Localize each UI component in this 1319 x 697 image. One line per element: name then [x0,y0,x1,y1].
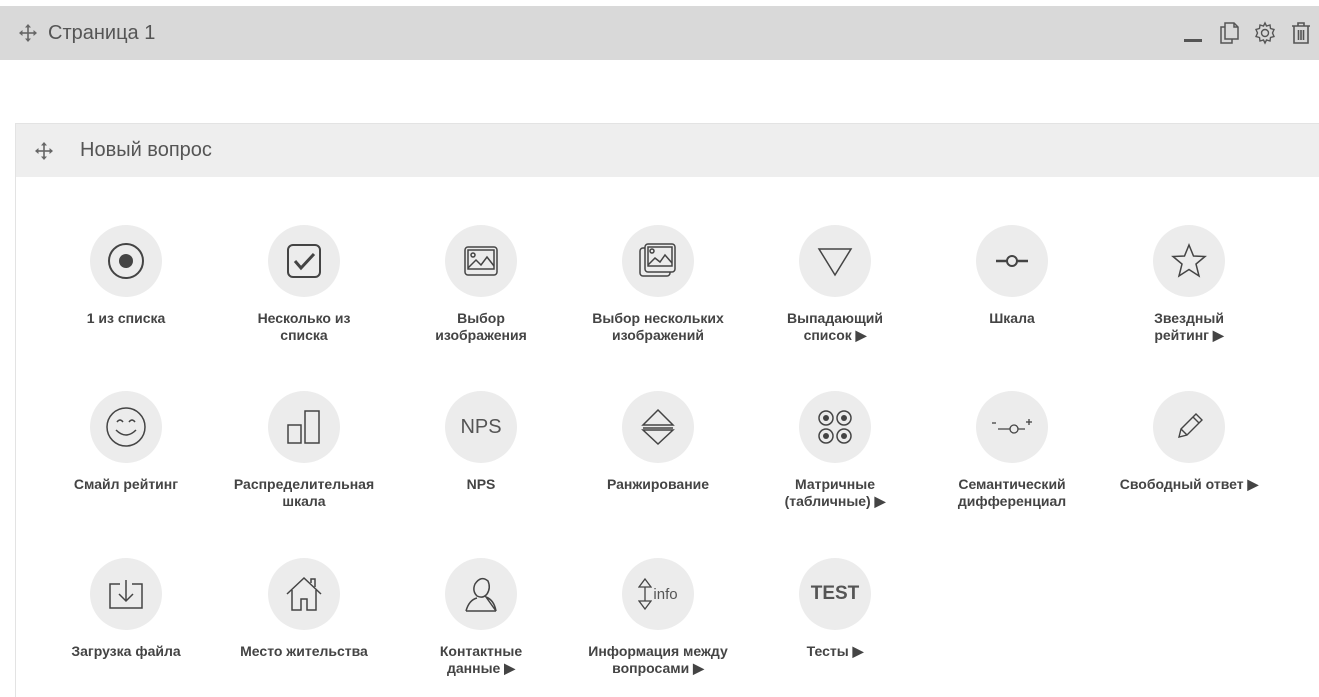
image-icon [464,246,498,276]
matrix-icon [818,410,852,444]
circle-bg: NPS [445,391,517,463]
circle-bg [445,558,517,630]
question-type-label: Контактные данные ▶ [439,643,523,676]
circle-bg: TEST [799,558,871,630]
circle-bg [976,225,1048,297]
checkbox-icon [287,244,321,278]
gear-icon[interactable] [1247,15,1283,51]
info-icon: info [638,577,678,611]
bars-icon [287,410,320,444]
question-type-label: Выбор нескольких изображений [592,310,724,343]
upload-icon [109,580,143,609]
question-type-file-upload[interactable]: Загрузка файла [41,558,211,660]
question-type-single-choice[interactable]: 1 из списка [41,225,211,327]
question-type-nps[interactable]: NPS NPS [396,391,566,493]
images-icon [639,243,676,277]
circle-bg [799,391,871,463]
trash-icon[interactable] [1283,15,1319,51]
question-type-label: Смайл рейтинг [73,476,179,492]
minimize-icon[interactable] [1175,15,1211,51]
dropdown-triangle-icon [817,248,853,277]
circle-bg [976,391,1048,463]
question-type-label: Ранжирование [606,476,710,492]
slider-icon [996,255,1028,267]
question-header: Новый вопрос [16,124,1319,177]
page-title: Страница 1 [48,21,156,44]
house-icon [286,576,322,611]
question-type-star-rating[interactable]: Звездный рейтинг ▶ [1104,225,1274,344]
question-type-label: Несколько из списка [257,310,351,343]
circle-bg [1153,391,1225,463]
circle-bg [268,558,340,630]
nps-icon: NPS [460,415,502,438]
question-type-free-answer[interactable]: Свободный ответ ▶ [1104,391,1274,493]
circle-bg [445,225,517,297]
question-type-label: Распределительная шкала [233,476,375,509]
person-icon [465,577,497,612]
pencil-icon [1178,413,1203,438]
circle-bg [622,225,694,297]
question-type-multi-image-choice[interactable]: Выбор нескольких изображений [573,225,743,344]
ranking-icon [641,408,675,446]
question-type-label: Шкала [989,310,1035,326]
question-type-distribution-scale[interactable]: Распределительная шкала [219,391,389,510]
circle-bg [622,391,694,463]
radio-icon [108,243,144,279]
question-type-label: 1 из списка [86,310,166,326]
question-panel: Новый вопрос 1 из списка Несколько из сп… [15,123,1319,697]
question-type-label: Семантический дифференциал [957,476,1067,509]
question-type-label: Информация между вопросами ▶ [588,643,728,676]
question-type-residence[interactable]: Место жительства [219,558,389,660]
question-type-label: Свободный ответ ▶ [1119,476,1259,492]
circle-bg: info [622,558,694,630]
circle-bg [90,391,162,463]
circle-bg [268,225,340,297]
question-type-label: Звездный рейтинг ▶ [1154,310,1224,343]
question-type-label: Место жительства [240,643,368,659]
info-text: info [653,585,678,603]
smile-icon [106,407,146,447]
question-type-label: NPS [466,476,496,492]
question-type-label: Матричные (табличные) ▶ [784,476,886,509]
question-type-multiple-choice[interactable]: Несколько из списка [219,225,389,344]
question-type-label: Выпадающий список ▶ [787,310,883,343]
question-type-matrix[interactable]: Матричные (табличные) ▶ [750,391,920,510]
circle-bg [90,558,162,630]
star-icon [1171,243,1207,278]
question-type-scale[interactable]: Шкала [927,225,1097,327]
question-type-info-between[interactable]: info Информация между вопросами ▶ [573,558,743,677]
question-type-semantic-differential[interactable]: Семантический дифференциал [927,391,1097,510]
circle-bg [799,225,871,297]
question-type-tests[interactable]: TEST Тесты ▶ [750,558,920,660]
page-header: Страница 1 [0,6,1319,60]
circle-bg [90,225,162,297]
question-type-image-choice[interactable]: Выбор изображения [396,225,566,344]
circle-bg [1153,225,1225,297]
question-title: Новый вопрос [80,139,212,161]
question-type-contact-data[interactable]: Контактные данные ▶ [396,558,566,677]
question-type-label: Загрузка файла [71,643,181,659]
semantic-icon [992,419,1032,434]
question-type-ranking[interactable]: Ранжирование [573,391,743,493]
move-icon[interactable] [32,139,56,163]
question-type-dropdown[interactable]: Выпадающий список ▶ [750,225,920,344]
question-type-label: Выбор изображения [435,310,527,343]
question-type-smile-rating[interactable]: Смайл рейтинг [41,391,211,493]
move-icon[interactable] [16,21,40,45]
page-toolbar [1175,6,1319,60]
question-type-label: Тесты ▶ [806,643,864,659]
circle-bg [268,391,340,463]
copy-icon[interactable] [1211,15,1247,51]
test-icon: TEST [810,583,860,604]
